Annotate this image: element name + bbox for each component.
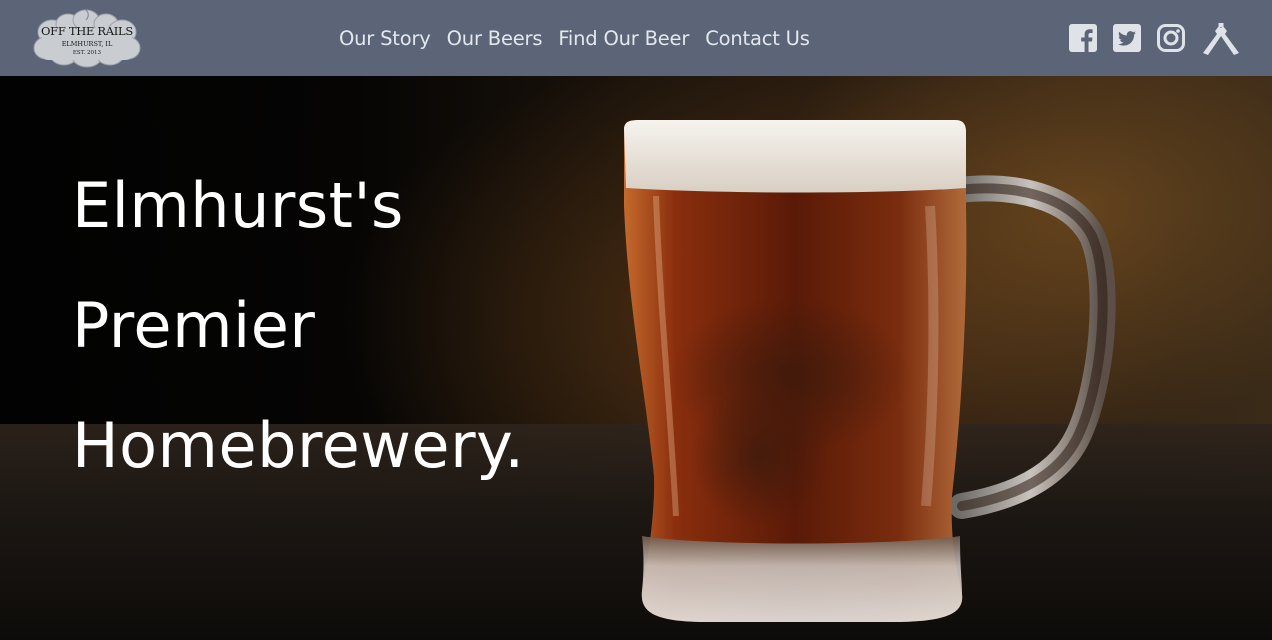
untappd-link[interactable]	[1200, 22, 1242, 56]
instagram-link[interactable]	[1156, 22, 1186, 54]
headline-line-2: Premier	[72, 289, 316, 362]
facebook-icon	[1069, 24, 1097, 52]
untappd-icon	[1203, 23, 1239, 55]
nav-contact-us[interactable]: Contact Us	[705, 26, 810, 52]
logo-brand-name: OFF THE RAILS	[41, 24, 133, 38]
logo-city: ELMHURST, IL	[61, 40, 113, 48]
twitter-link[interactable]	[1112, 22, 1142, 54]
twitter-icon	[1113, 24, 1141, 52]
brand-logo[interactable]: OFF THE RAILS ELMHURST, IL EST. 2013	[30, 8, 144, 70]
headline-line-1: Elmhurst's	[72, 169, 404, 242]
site-header: OFF THE RAILS ELMHURST, IL EST. 2013 Our…	[0, 0, 1272, 76]
hero-section: Elmhurst's Premier Homebrewery.	[0, 76, 1272, 640]
nav-find-our-beer[interactable]: Find Our Beer	[558, 26, 689, 52]
headline-line-3: Homebrewery.	[72, 409, 525, 482]
instagram-icon	[1157, 24, 1185, 52]
nav-our-beers[interactable]: Our Beers	[447, 26, 543, 52]
main-nav: Our Story Our Beers Find Our Beer Contac…	[339, 26, 826, 52]
hop-logo-icon	[33, 9, 141, 68]
page: OFF THE RAILS ELMHURST, IL EST. 2013 Our…	[0, 0, 1272, 640]
facebook-link[interactable]	[1068, 22, 1098, 54]
logo-established: EST. 2013	[72, 50, 102, 56]
hero-headline: Elmhurst's Premier Homebrewery.	[72, 164, 525, 524]
nav-our-story[interactable]: Our Story	[339, 26, 431, 52]
